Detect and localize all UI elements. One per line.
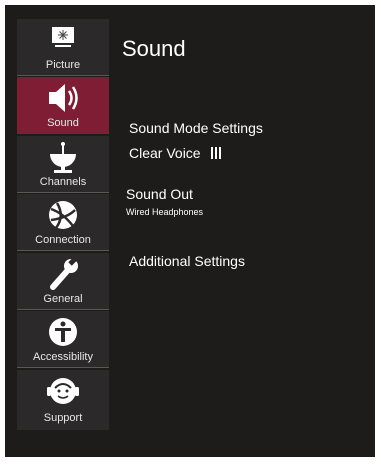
sidebar-item-support[interactable]: Support [17,370,109,430]
tv-settings-screen: Picture Sound Channels Connection Genera… [5,5,375,457]
sidebar-item-accessibility[interactable]: Accessibility [17,311,109,368]
picture-icon [52,27,74,47]
wrench-icon [50,257,78,290]
network-globe-icon [49,201,77,229]
sidebar-item-picture[interactable]: Picture [17,19,109,76]
accessibility-person-icon [49,318,77,346]
settings-sidebar: Picture Sound Channels Connection Genera… [17,19,109,451]
sidebar-item-connection[interactable]: Connection [17,194,109,251]
sidebar-item-label: General [43,293,83,305]
sound-mode-settings-item[interactable]: Sound Mode Settings [129,120,263,136]
sidebar-item-label: Accessibility [33,351,93,363]
sidebar-item-label: Connection [35,234,91,246]
speaker-icon [49,84,78,112]
sidebar-item-label: Picture [45,59,81,71]
clear-voice-label: Clear Voice [129,145,201,161]
sidebar-item-label: Sound [47,117,79,129]
sidebar-item-sound[interactable]: Sound [17,77,109,134]
additional-settings-item[interactable]: Additional Settings [129,253,245,269]
clear-voice-item[interactable]: Clear Voice [129,145,223,162]
level-bars-icon [210,146,223,162]
page-title: Sound [122,36,186,61]
sidebar-item-label: Support [43,412,83,424]
support-headset-icon [47,378,79,404]
sidebar-item-channels[interactable]: Channels [17,136,109,193]
sidebar-item-general[interactable]: General [17,253,109,310]
satellite-dish-icon [50,142,76,173]
sound-out-item[interactable]: Sound Out [126,186,193,202]
sidebar-item-label: Channels [39,176,87,188]
sound-out-value: Wired Headphones [126,207,204,217]
